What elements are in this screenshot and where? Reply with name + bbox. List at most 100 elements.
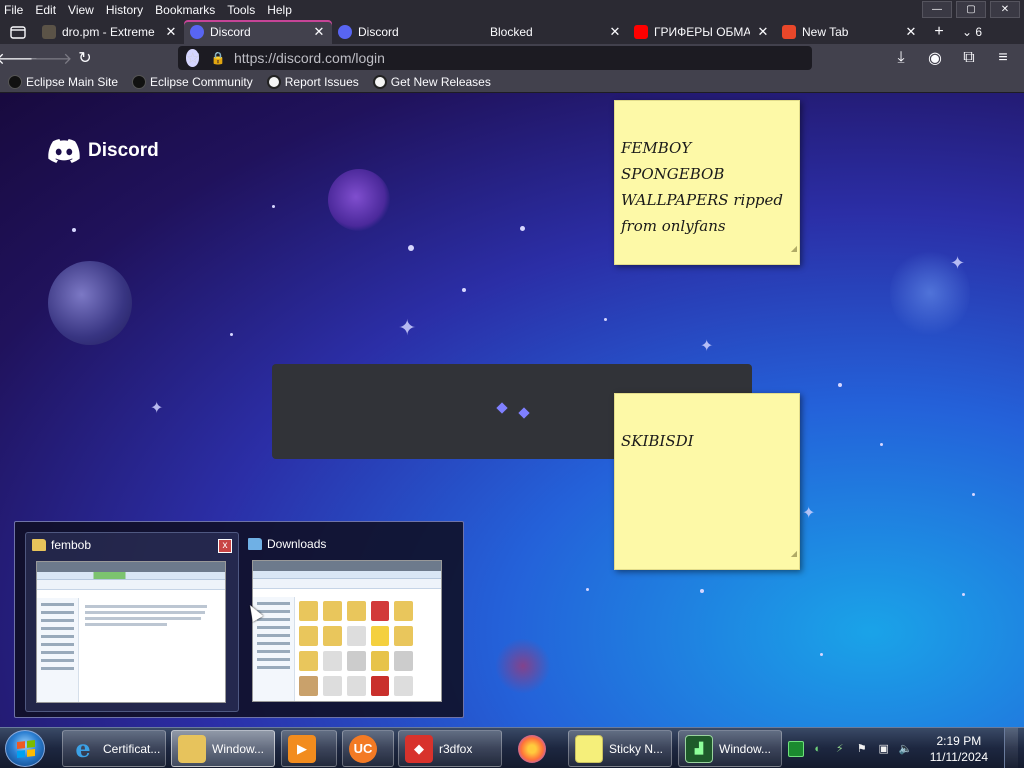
bookmark-eclipse-main-site[interactable]: Eclipse Main Site	[8, 75, 118, 89]
taskbar-item-media-player[interactable]: ▶	[281, 730, 337, 767]
firefox-view-button[interactable]	[0, 20, 36, 44]
account-button[interactable]: ◉	[918, 44, 952, 72]
network-disconnected-icon[interactable]: ▣	[876, 741, 892, 757]
thumbnail-downloads[interactable]: Downloads	[242, 532, 456, 712]
menu-bookmarks[interactable]: Bookmarks	[155, 3, 215, 17]
taskbar-item-firefox[interactable]	[512, 730, 564, 767]
sparkle-icon: ✦	[700, 338, 714, 355]
taskbar-item-uc-browser[interactable]: UC	[342, 730, 394, 767]
tab-discord-active[interactable]: Discord ✕	[184, 20, 332, 44]
taskbar-item-task-manager[interactable]: ▟ Window...	[678, 730, 782, 767]
downloads-button[interactable]: ⤓	[884, 44, 918, 72]
menu-view[interactable]: View	[68, 3, 94, 17]
close-window-button[interactable]: ✕	[990, 1, 1020, 18]
tab-label: dro.pm - Extreme	[62, 25, 155, 39]
taskbar-item-certificate[interactable]: e Certificat...	[62, 730, 166, 767]
toolbar-right: ⤓ ◉ ⧉ ≡	[884, 44, 1020, 72]
menu-file[interactable]: File	[4, 3, 23, 17]
windows-explorer-icon	[178, 734, 206, 763]
sticky-note-text[interactable]: FEMBOY SPONGEBOB WALLPAPERS ripped from …	[621, 139, 783, 235]
action-center-warning-icon[interactable]: ⚑	[854, 741, 870, 757]
tab-strip: dro.pm - Extreme ✕ Discord ✕ Discord Blo…	[0, 20, 1024, 44]
menu-help[interactable]: Help	[267, 3, 292, 17]
uc-browser-icon: UC	[349, 734, 377, 763]
thumbnail-close-button[interactable]: x	[218, 539, 232, 553]
thumbnail-fembob[interactable]: fembob x	[25, 532, 239, 712]
tab-youtube[interactable]: ГРИФЕРЫ ОБМА ✕	[628, 20, 776, 44]
tab-close-icon[interactable]: ✕	[904, 24, 918, 40]
tab-close-icon[interactable]: ✕	[756, 24, 770, 40]
resize-grip-icon[interactable]: ◢	[791, 236, 797, 262]
extensions-button[interactable]: ⧉	[952, 44, 986, 72]
dro-pm-favicon-icon	[42, 25, 56, 39]
star-dot	[820, 653, 823, 656]
minimize-button[interactable]: —	[922, 1, 952, 18]
forward-button[interactable]: 🡒	[30, 44, 73, 72]
start-button[interactable]	[5, 730, 45, 767]
green-status-icon[interactable]	[787, 740, 804, 757]
sparkle-icon: ✦	[398, 315, 417, 340]
menu-history[interactable]: History	[106, 3, 143, 17]
blob-decoration	[495, 638, 551, 694]
taskbar-item-sticky-notes[interactable]: Sticky N...	[568, 730, 672, 767]
tab-close-icon[interactable]: ✕	[608, 24, 622, 40]
puzzle-icon: ⧉	[963, 49, 975, 66]
tab-label: Discord	[358, 25, 399, 39]
network-app-icon[interactable]: ◐	[810, 741, 826, 757]
tab-new-tab[interactable]: New Tab ✕	[776, 20, 924, 44]
menu-bar: File Edit View History Bookmarks Tools H…	[0, 0, 1024, 20]
star-dot	[408, 245, 414, 251]
sticky-note[interactable]: SKIBISDI ◢	[614, 393, 800, 570]
sticky-note[interactable]: FEMBOY SPONGEBOB WALLPAPERS ripped from …	[614, 100, 800, 265]
discord-favicon-icon	[190, 25, 204, 39]
safely-remove-hardware-icon[interactable]: ⚡	[832, 741, 848, 757]
bookmark-get-new-releases[interactable]: Get New Releases	[372, 75, 491, 89]
volume-muted-icon[interactable]: 🔈	[898, 741, 914, 757]
tab-discord[interactable]: Discord	[332, 20, 480, 44]
eclipse-icon	[8, 75, 22, 89]
sparkle-icon: ✦	[802, 505, 816, 522]
reload-icon: ↻	[78, 50, 92, 67]
lock-icon[interactable]: 🔒	[210, 50, 226, 66]
bookmark-star-icon[interactable]: ☆	[186, 49, 200, 67]
tab-count: 6	[975, 25, 983, 39]
folder-icon	[32, 539, 46, 551]
taskbar-item-label: Window...	[212, 741, 265, 756]
window-controls: — ▢ ✕	[922, 1, 1020, 18]
tab-label: Blocked	[490, 25, 533, 39]
resize-grip-icon[interactable]: ◢	[791, 541, 797, 567]
explorer-window-preview	[252, 560, 442, 702]
menu-edit[interactable]: Edit	[35, 3, 56, 17]
tab-list-button[interactable]: ⌄ 6	[954, 25, 990, 39]
discord-logo[interactable]: Discord	[48, 139, 159, 163]
address-bar[interactable]: 🛡 🔒 https://discord.com/login ☆	[178, 46, 812, 70]
new-tab-button[interactable]: +	[924, 23, 954, 41]
bookmark-report-issues[interactable]: Report Issues	[266, 75, 359, 89]
loading-spinner-icon	[496, 402, 508, 414]
reload-button[interactable]: ↻	[68, 44, 102, 72]
sticky-note-text[interactable]: SKIBISDI	[621, 432, 694, 450]
star-dot	[880, 443, 883, 446]
planet-decoration	[48, 261, 132, 345]
taskbar-item-label: Sticky N...	[609, 741, 664, 756]
star-dot	[272, 205, 275, 208]
tab-label: Discord	[210, 25, 251, 39]
system-clock[interactable]: 2:19 PM 11/11/2024	[930, 733, 988, 765]
internet-explorer-icon: e	[75, 734, 91, 763]
tab-close-icon[interactable]: ✕	[312, 24, 326, 40]
star-dot	[72, 228, 76, 232]
menu-tools[interactable]: Tools	[227, 3, 255, 17]
app-menu-button[interactable]: ≡	[986, 44, 1020, 72]
taskbar-item-label: r3dfox	[439, 741, 473, 756]
show-desktop-button[interactable]	[1004, 728, 1018, 768]
taskbar-item-windows-explorer[interactable]: Window...	[171, 730, 275, 767]
taskbar-item-r3dfox[interactable]: ◆ r3dfox	[398, 730, 502, 767]
url-text[interactable]: https://discord.com/login	[234, 50, 812, 66]
tab-close-icon[interactable]: ✕	[164, 24, 178, 40]
tab-blocked[interactable]: Blocked ✕	[480, 20, 628, 44]
taskbar-item-label: Window...	[719, 741, 772, 756]
tab-dro-pm[interactable]: dro.pm - Extreme ✕	[36, 20, 184, 44]
bookmark-label: Eclipse Community	[150, 75, 253, 89]
maximize-button[interactable]: ▢	[956, 1, 986, 18]
bookmark-eclipse-community[interactable]: Eclipse Community	[132, 75, 253, 89]
